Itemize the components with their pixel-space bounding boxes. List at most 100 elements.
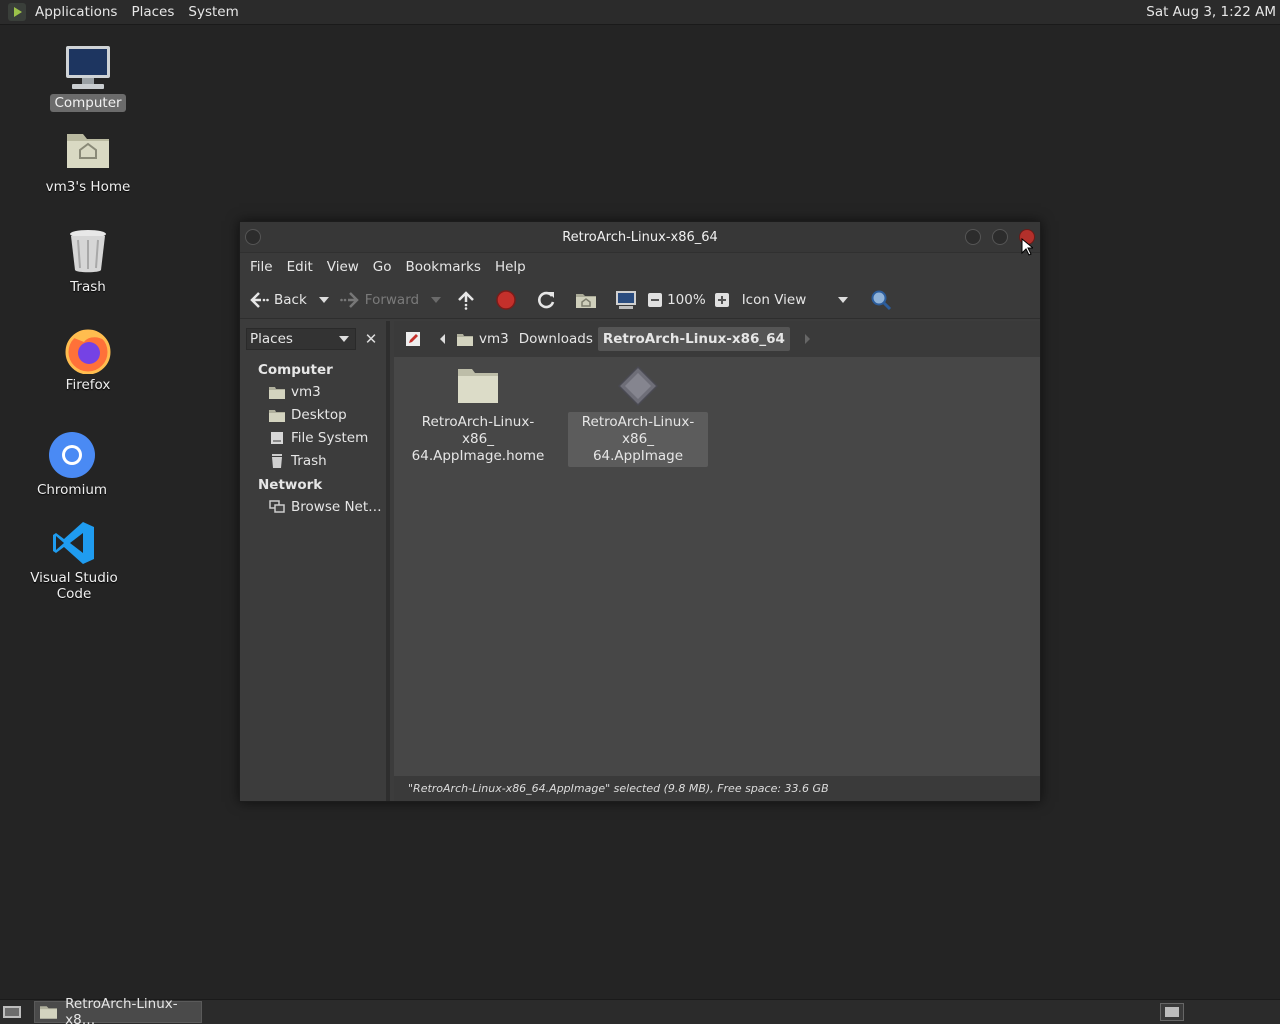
path-segment-vm3[interactable]: vm3 — [452, 327, 514, 351]
back-label: Back — [274, 291, 307, 308]
desktop-icon-label: Trash — [70, 279, 106, 295]
search-button[interactable] — [870, 286, 896, 314]
sidebar-item-filesystem[interactable]: File System — [240, 426, 386, 449]
home-button[interactable] — [575, 286, 601, 314]
applications-logo-icon[interactable] — [8, 3, 26, 21]
pathbar-scroll-right[interactable] — [798, 327, 816, 351]
home-folder-icon — [269, 385, 285, 399]
sidebar-section-network: Network — [258, 477, 323, 493]
pathbar: vm3 Downloads RetroArch-Linux-x86_64 — [394, 321, 1040, 357]
pathbar-scroll-left[interactable] — [434, 327, 452, 351]
file-item-folder[interactable]: RetroArch-Linux-x86_ 64.AppImage.home — [408, 365, 548, 467]
sidebar-section-computer: Computer — [258, 362, 333, 378]
trash-icon — [269, 453, 285, 468]
path-segment-label: Downloads — [518, 331, 593, 347]
clock[interactable]: Sat Aug 3, 1:22 AM — [1146, 0, 1276, 25]
menu-go[interactable]: Go — [366, 259, 399, 275]
sidebar-type-select[interactable]: Places — [246, 328, 356, 350]
menubar: File Edit View Go Bookmarks Help — [240, 253, 1040, 281]
firefox-icon — [64, 326, 112, 375]
zoom-in-icon[interactable] — [714, 292, 730, 308]
sidebar: Places ✕ Computer vm3 Desktop File Syste… — [240, 321, 390, 801]
desktop-icon-label: Firefox — [65, 377, 111, 393]
appimage-icon — [617, 365, 659, 407]
taskbar-button-label: RetroArch-Linux-x8… — [65, 996, 178, 1024]
path-segment-current[interactable]: RetroArch-Linux-x86_64 — [597, 327, 790, 351]
sidebar-item-browse-network[interactable]: Browse Net… — [240, 495, 386, 518]
view-mode-label: Icon View — [741, 291, 807, 308]
desktop-icon-label: Computer — [50, 94, 126, 112]
window-titlebar[interactable]: RetroArch-Linux-x86_64 — [240, 222, 1040, 253]
file-manager-window: RetroArch-Linux-x86_64 File Edit View Go… — [239, 221, 1041, 802]
menu-view[interactable]: View — [320, 259, 366, 275]
sidebar-close-button[interactable]: ✕ — [362, 330, 380, 348]
reload-button[interactable] — [535, 286, 561, 314]
desktop-icon-firefox[interactable]: Firefox — [23, 326, 153, 394]
chevron-down-icon — [339, 336, 349, 342]
view-mode-select[interactable]: Icon View — [742, 286, 855, 314]
desktop-icon-trash[interactable]: Trash — [23, 228, 153, 296]
edit-location-icon — [406, 332, 420, 346]
home-folder-icon — [457, 334, 473, 346]
back-button[interactable]: Back — [248, 286, 307, 314]
menu-bookmarks[interactable]: Bookmarks — [399, 259, 488, 275]
folder-icon — [458, 369, 498, 403]
sidebar-item-label: Browse Net… — [291, 498, 382, 515]
menu-system[interactable]: System — [181, 0, 245, 25]
taskbar-button-file-manager[interactable]: RetroArch-Linux-x8… — [34, 996, 202, 1024]
show-desktop-icon — [3, 1006, 21, 1018]
desktop-icon-vscode[interactable]: Visual Studio Code — [9, 519, 139, 603]
sidebar-item-vm3[interactable]: vm3 — [240, 380, 386, 403]
home-folder-icon — [575, 289, 597, 311]
sidebar-item-trash[interactable]: Trash — [240, 449, 386, 472]
vscode-icon — [50, 519, 98, 567]
forward-button[interactable]: Forward — [339, 286, 419, 314]
window-content: Places ✕ Computer vm3 Desktop File Syste… — [240, 321, 1040, 801]
menu-edit[interactable]: Edit — [280, 259, 320, 275]
forward-history-dropdown[interactable] — [431, 296, 442, 303]
sidebar-item-desktop[interactable]: Desktop — [240, 403, 386, 426]
minimize-button[interactable] — [965, 229, 981, 245]
zoom-control[interactable]: 100% — [647, 286, 734, 314]
top-menu: Applications Places System — [28, 0, 246, 24]
maximize-button[interactable] — [992, 229, 1008, 245]
reload-icon — [535, 289, 557, 311]
path-segment-downloads[interactable]: Downloads — [514, 327, 598, 351]
folder-icon — [40, 1006, 58, 1019]
back-history-dropdown[interactable] — [318, 296, 329, 303]
chevron-right-icon — [804, 334, 810, 344]
sidebar-item-label: File System — [291, 429, 369, 446]
computer-icon — [615, 289, 637, 311]
desktop-icon-label: Visual Studio Code — [30, 570, 118, 602]
view-mode-dropdown-icon — [838, 296, 849, 303]
sidebar-item-label: vm3 — [291, 383, 321, 400]
menu-places[interactable]: Places — [124, 0, 181, 25]
file-name: RetroArch-Linux-x86_ 64.AppImage — [568, 412, 708, 467]
desktop-icon-label: Chromium — [36, 482, 108, 498]
location-toggle-button[interactable] — [400, 327, 426, 351]
chevron-left-icon — [440, 334, 445, 344]
file-icon-view[interactable]: RetroArch-Linux-x86_ 64.AppImage.home Re… — [394, 357, 1040, 776]
zoom-level: 100% — [667, 291, 706, 308]
status-bar: "RetroArch-Linux-x86_64.AppImage" select… — [394, 776, 1040, 801]
home-folder-icon — [64, 128, 112, 176]
zoom-out-icon[interactable] — [647, 292, 663, 308]
network-icon — [269, 499, 285, 514]
desktop-icon-computer[interactable]: Computer — [23, 44, 153, 112]
sidebar-item-label: Desktop — [291, 406, 347, 423]
desktop-icon-home[interactable]: vm3's Home — [23, 128, 153, 196]
show-desktop-button[interactable] — [2, 1004, 22, 1020]
sidebar-type-label: Places — [250, 331, 293, 347]
menu-help[interactable]: Help — [488, 259, 533, 275]
menu-applications[interactable]: Applications — [28, 0, 124, 25]
stop-button[interactable] — [495, 286, 521, 314]
workspace-switcher[interactable] — [1160, 1003, 1184, 1021]
desktop-icon-chromium[interactable]: Chromium — [7, 431, 137, 499]
up-button[interactable] — [455, 286, 481, 314]
computer-button[interactable] — [615, 286, 641, 314]
menu-file[interactable]: File — [243, 259, 280, 275]
file-name-line1: RetroArch-Linux-x86_ — [581, 414, 695, 447]
file-item-appimage[interactable]: RetroArch-Linux-x86_ 64.AppImage — [568, 365, 708, 467]
forward-label: Forward — [364, 291, 420, 308]
desktop-icon-label: vm3's Home — [45, 179, 131, 195]
